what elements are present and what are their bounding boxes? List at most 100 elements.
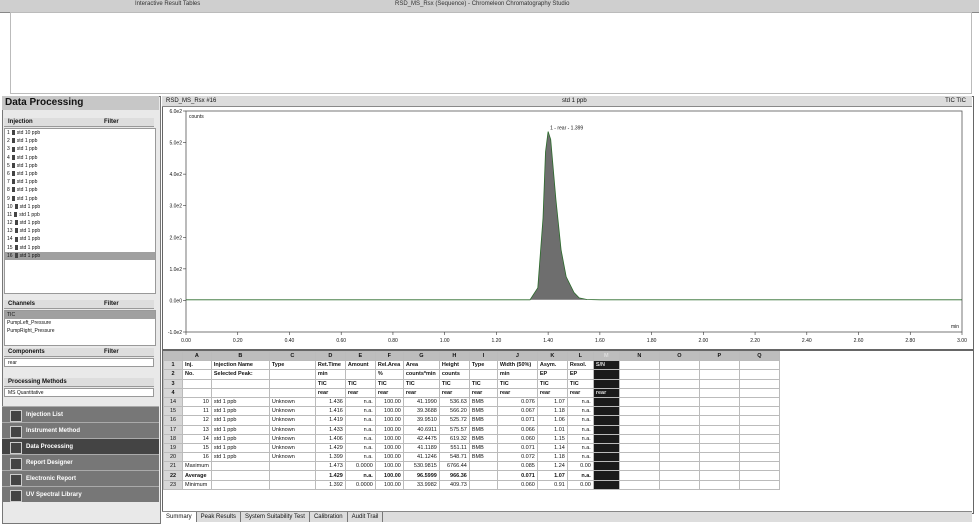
table-cell[interactable]: 100.00: [374, 406, 404, 417]
table-row[interactable]: 17 13 std 1 ppb Unknown 1.433 n.a. 100.00 40.69…: [163, 424, 780, 435]
table-cell[interactable]: std 1 ppb: [210, 442, 270, 454]
injection-item[interactable]: 9 std 1 ppb: [5, 195, 155, 203]
column-header[interactable]: F: [374, 351, 404, 362]
row-number[interactable]: 4: [163, 387, 183, 398]
row-number[interactable]: 16: [163, 415, 183, 426]
header-cell[interactable]: TIC: [344, 378, 376, 389]
injection-item[interactable]: 4 std 1 ppb: [5, 154, 155, 162]
row-number[interactable]: 23: [163, 479, 183, 490]
table-cell[interactable]: std 1 ppb: [210, 406, 270, 417]
header-cell[interactable]: %: [374, 369, 404, 380]
table-cell[interactable]: std 1 ppb: [210, 433, 270, 444]
table-cell[interactable]: [592, 415, 620, 426]
table-cell[interactable]: n.a.: [344, 424, 376, 435]
header-cell[interactable]: rear: [402, 387, 440, 398]
table-cell[interactable]: n.a.: [566, 424, 594, 435]
tab-system-suitability-test[interactable]: System Suitability Test: [241, 512, 310, 522]
column-header[interactable]: A: [182, 351, 212, 362]
column-header[interactable]: L: [566, 351, 594, 362]
table-cell[interactable]: [738, 424, 780, 435]
table-cell[interactable]: BMB: [468, 433, 498, 444]
table-cell[interactable]: [618, 452, 660, 463]
header-cell[interactable]: TIC: [438, 378, 470, 389]
header-cell[interactable]: [658, 369, 700, 380]
table-cell[interactable]: 100.00: [374, 433, 404, 444]
table-cell[interactable]: 10: [182, 396, 212, 408]
injection-item[interactable]: 13 std 1 ppb: [5, 227, 155, 235]
table-cell[interactable]: [698, 452, 740, 463]
table-cell[interactable]: [738, 479, 780, 490]
header-cell[interactable]: S/N: [592, 360, 620, 371]
table-cell[interactable]: [592, 461, 620, 472]
table-cell[interactable]: [592, 470, 620, 481]
header-cell[interactable]: [268, 378, 316, 389]
row-number[interactable]: 14: [163, 396, 183, 408]
table-cell[interactable]: 41.1246: [402, 452, 440, 463]
table-cell[interactable]: [468, 479, 498, 490]
table-cell[interactable]: 548.71: [438, 452, 470, 463]
table-cell[interactable]: 1.416: [314, 406, 346, 417]
nav-uv-spectral-library[interactable]: UV Spectral Library: [2, 486, 159, 502]
table-cell[interactable]: n.a.: [566, 442, 594, 454]
table-cell[interactable]: 0.076: [496, 396, 538, 408]
table-cell[interactable]: n.a.: [344, 396, 376, 408]
header-cell[interactable]: TIC: [314, 378, 346, 389]
table-cell[interactable]: [592, 479, 620, 490]
header-cell[interactable]: [618, 369, 660, 380]
table-cell[interactable]: std 1 ppb: [210, 396, 270, 408]
table-cell[interactable]: [618, 415, 660, 426]
header-cell[interactable]: [698, 360, 740, 371]
stats-label[interactable]: Minimum: [182, 479, 212, 490]
header-cell[interactable]: [738, 378, 780, 389]
header-cell[interactable]: [618, 360, 660, 371]
table-cell[interactable]: BMB: [468, 452, 498, 463]
stats-row[interactable]: 21 Maximum 1.473 0.0000 100.00 530.9815 6766.4…: [163, 461, 780, 472]
table-cell[interactable]: [658, 396, 700, 408]
header-cell[interactable]: counts*min: [402, 369, 440, 380]
header-cell[interactable]: min: [314, 369, 346, 380]
table-cell[interactable]: [738, 415, 780, 426]
table-cell[interactable]: [618, 406, 660, 417]
nav-report-designer[interactable]: Report Designer: [2, 454, 159, 470]
table-cell[interactable]: Unknown: [268, 433, 316, 444]
table-cell[interactable]: Unknown: [268, 424, 316, 435]
table-cell[interactable]: 100.00: [374, 470, 404, 481]
row-number[interactable]: 20: [163, 452, 183, 463]
table-cell[interactable]: 0.0000: [344, 479, 376, 490]
header-cell[interactable]: [658, 378, 700, 389]
channel-item-tic[interactable]: TIC: [5, 311, 155, 320]
table-cell[interactable]: [658, 415, 700, 426]
column-header[interactable]: D: [314, 351, 346, 362]
table-cell[interactable]: [210, 479, 270, 490]
injection-item[interactable]: 8 std 1 ppb: [5, 186, 155, 194]
header-cell[interactable]: [268, 387, 316, 398]
injection-item[interactable]: 15 std 1 ppb: [5, 244, 155, 252]
header-cell[interactable]: Ret.Time: [314, 360, 346, 371]
table-cell[interactable]: [698, 461, 740, 472]
row-number[interactable]: 17: [163, 424, 183, 435]
table-cell[interactable]: 1.18: [536, 406, 568, 417]
table-cell[interactable]: 14: [182, 433, 212, 444]
table-cell[interactable]: [658, 461, 700, 472]
table-cell[interactable]: Unknown: [268, 396, 316, 408]
table-cell[interactable]: 1.392: [314, 479, 346, 490]
table-cell[interactable]: 0.067: [496, 406, 538, 417]
table-cell[interactable]: 0.071: [496, 442, 538, 454]
table-row[interactable]: 18 14 std 1 ppb Unknown 1.406 n.a. 100.00 42.44…: [163, 433, 780, 444]
header-cell[interactable]: [210, 387, 270, 398]
column-header[interactable]: C: [268, 351, 316, 362]
table-cell[interactable]: n.a.: [566, 406, 594, 417]
table-cell[interactable]: n.a.: [566, 452, 594, 463]
table-cell[interactable]: n.a.: [344, 433, 376, 444]
header-cell[interactable]: [738, 360, 780, 371]
table-cell[interactable]: std 1 ppb: [210, 415, 270, 426]
table-cell[interactable]: 966.36: [438, 470, 470, 481]
table-cell[interactable]: 12: [182, 415, 212, 426]
header-cell[interactable]: Rel.Area: [374, 360, 404, 371]
injection-item[interactable]: 12 std 1 ppb: [5, 219, 155, 227]
table-cell[interactable]: 100.00: [374, 452, 404, 463]
header-cell[interactable]: rear: [536, 387, 568, 398]
header-cell[interactable]: [738, 369, 780, 380]
table-cell[interactable]: n.a.: [566, 415, 594, 426]
table-cell[interactable]: [592, 452, 620, 463]
